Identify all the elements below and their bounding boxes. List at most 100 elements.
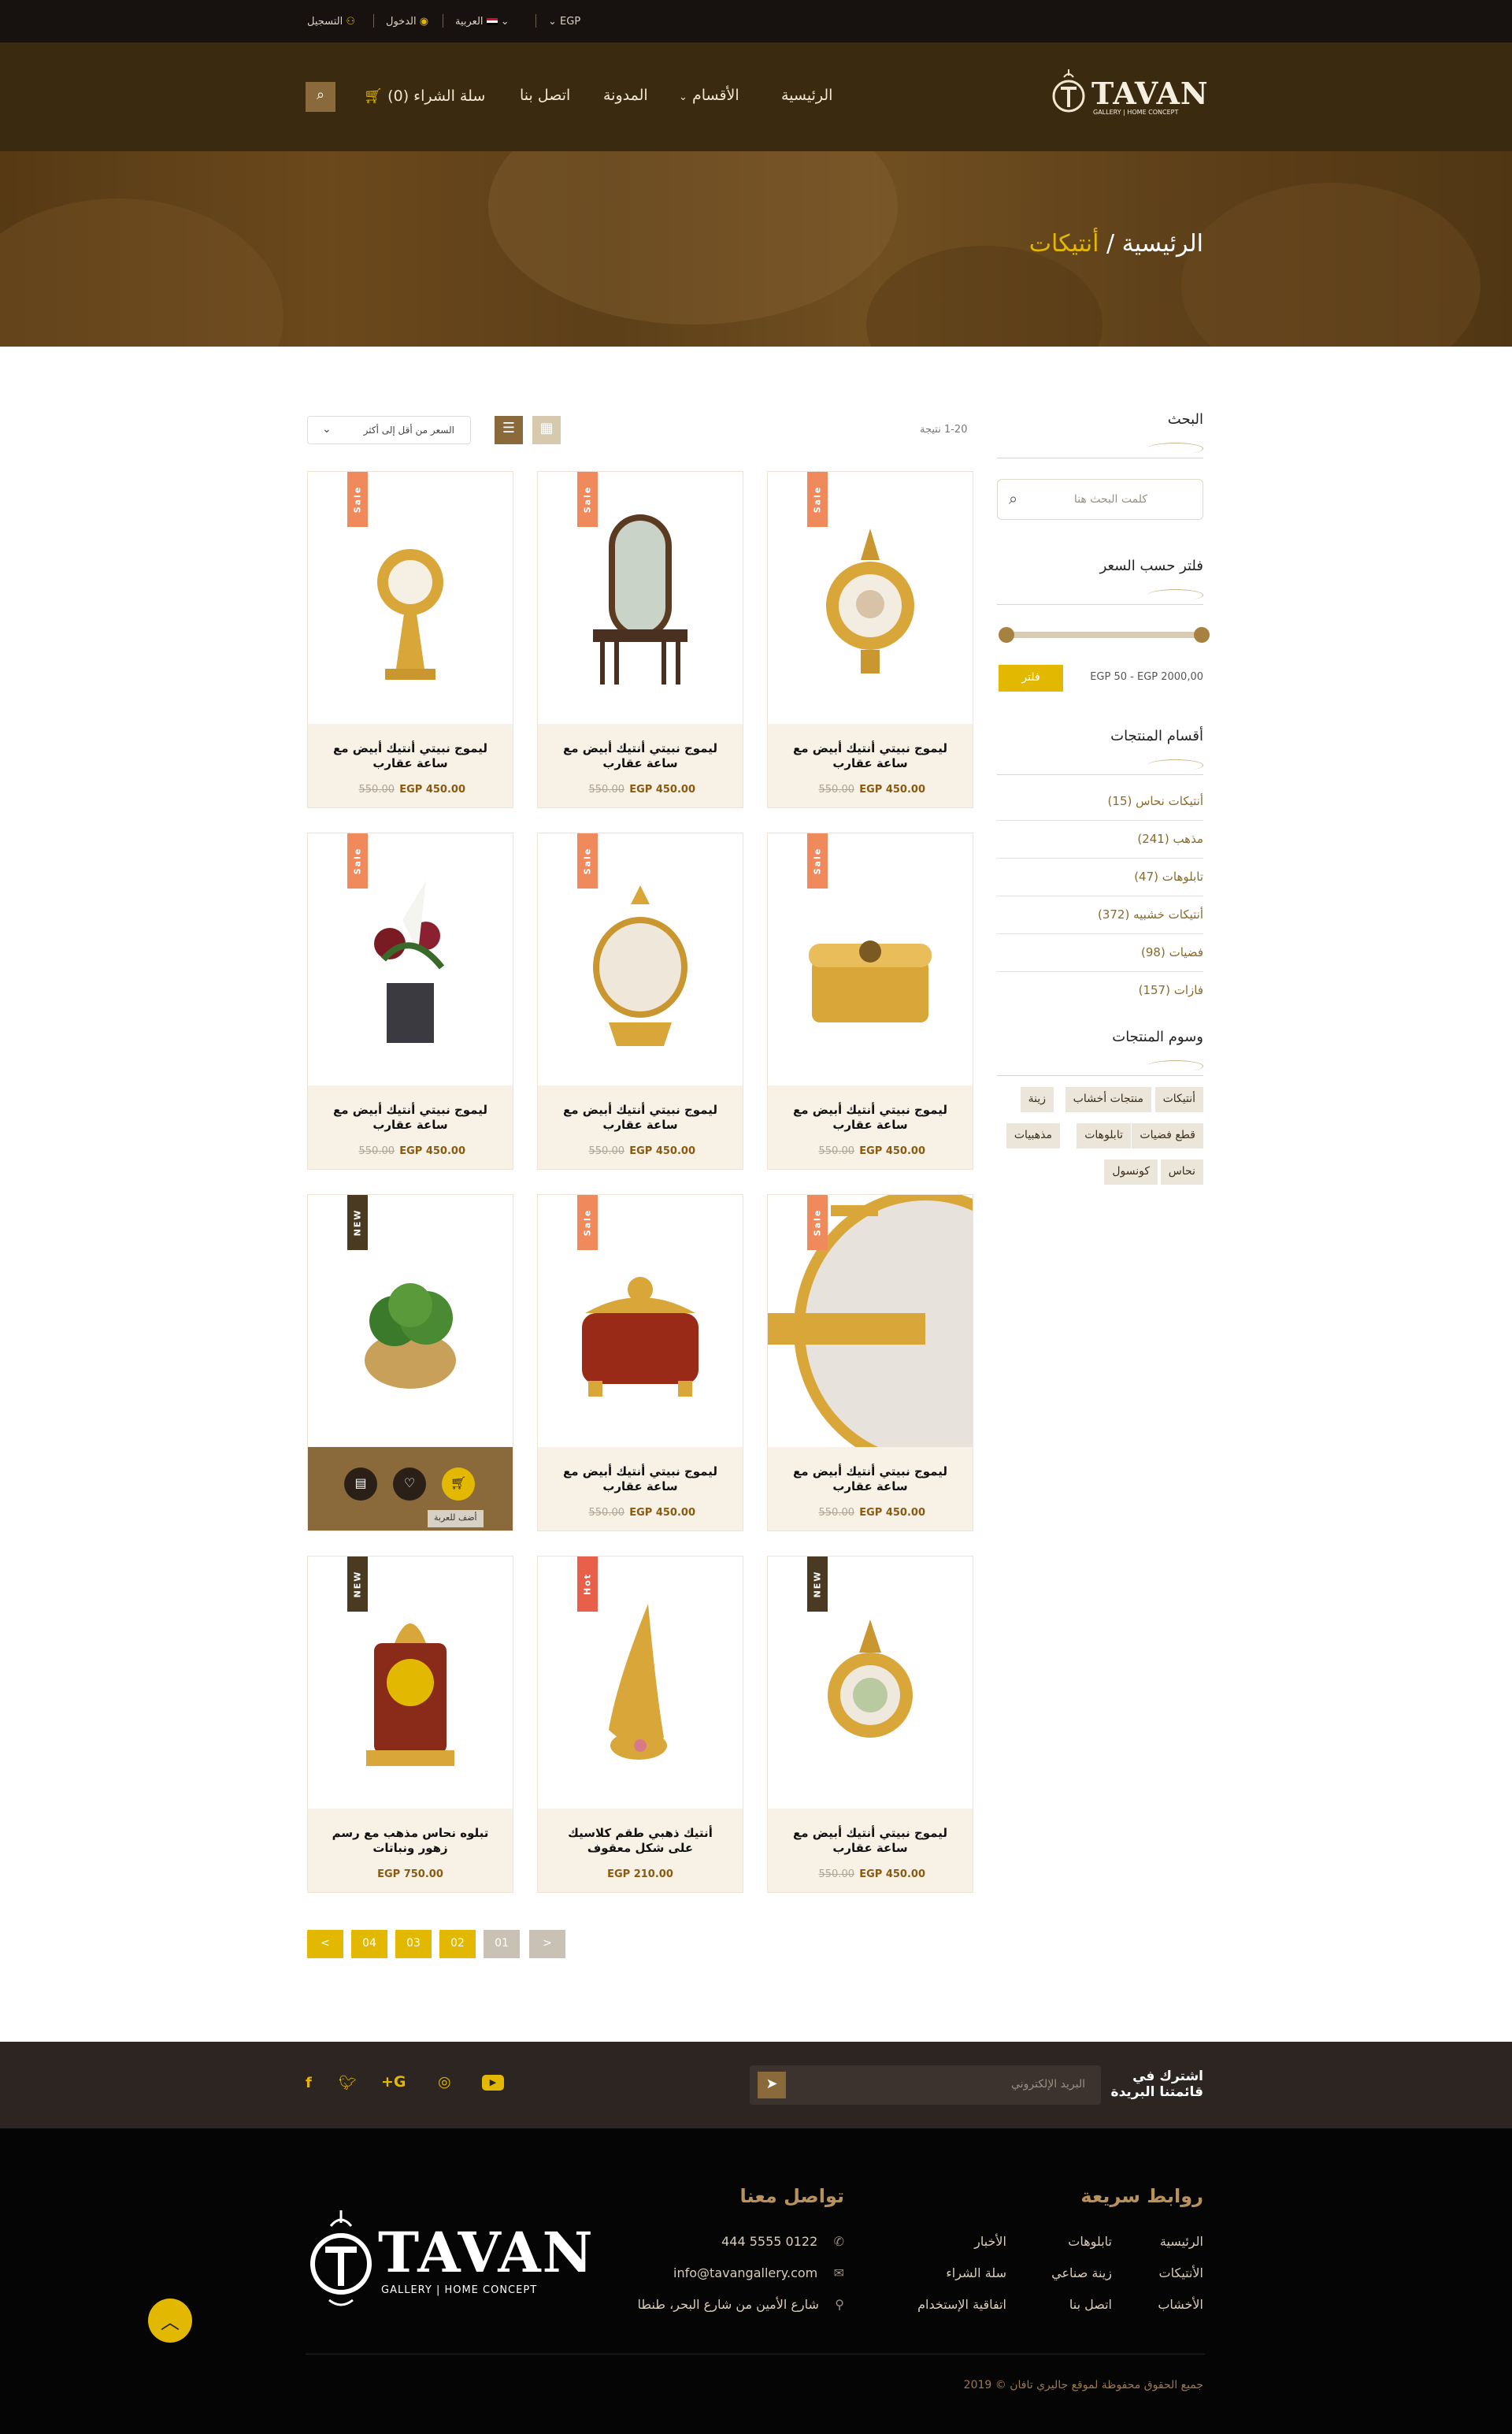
category-link[interactable]: فازات (157) xyxy=(997,972,1203,1010)
product-name[interactable]: ليموج نبيتي أنتيك أبيض مع ساعة عقارب xyxy=(554,1103,727,1133)
product-name[interactable]: ليموج نبيتي أنتيك أبيض مع ساعة عقارب xyxy=(554,1464,727,1494)
product-image[interactable] xyxy=(768,472,973,724)
pagination-prev[interactable]: < xyxy=(529,1930,565,1958)
category-link[interactable]: مذهب (241) xyxy=(997,821,1203,859)
product-name[interactable]: أنتيك ذهبي طقم كلاسيك على شكل معقوف xyxy=(554,1826,727,1856)
price-slider-handle-min[interactable] xyxy=(1194,627,1210,643)
footer-link[interactable]: اتفاقية الإستخدام xyxy=(917,2297,1006,2312)
tag-link[interactable]: مذهبيات xyxy=(1006,1123,1060,1148)
product-image[interactable] xyxy=(308,833,513,1085)
pagination-page[interactable]: 04 xyxy=(351,1930,387,1958)
add-to-cart-button[interactable]: 🛒︎ xyxy=(442,1467,475,1501)
product-image[interactable] xyxy=(538,833,743,1085)
instagram-icon[interactable]: ◎ xyxy=(438,2073,451,2091)
tag-link[interactable]: أنتيكات xyxy=(1154,1087,1203,1112)
newsletter-email-input[interactable]: البريد الإلكتروني ➤ xyxy=(750,2065,1101,2105)
pagination-page[interactable]: 02 xyxy=(439,1930,476,1958)
category-link[interactable]: فضيات (98) xyxy=(997,934,1203,972)
newsletter-submit-button[interactable]: ➤ xyxy=(758,2072,786,2098)
tag-link[interactable]: منتجات أخشاب xyxy=(1065,1087,1151,1112)
product-card[interactable]: Sale ليموج نبيتي أنتيك أبيض مع ساعة عقارب… xyxy=(767,471,973,808)
footer-logo[interactable]: TAVAN GALLERY | HOME CONCEPT xyxy=(306,2202,593,2313)
site-logo[interactable]: TAVAN GALLERY | HOME CONCEPT xyxy=(1051,65,1208,123)
product-card[interactable]: Sale ليموج نبيتي أنتيك أبيض مع ساعة عقارب… xyxy=(767,833,973,1170)
footer-link[interactable]: الأنتيكات xyxy=(1159,2265,1203,2280)
product-card[interactable]: NEW ▤ ♡ 🛒︎ أضف للعربة xyxy=(307,1194,513,1531)
product-image[interactable] xyxy=(538,1195,743,1447)
product-card[interactable]: NEW ليموج نبيتي أنتيك أبيض مع ساعة عقارب E… xyxy=(767,1556,973,1893)
category-link[interactable]: تابلوهات (47) xyxy=(997,859,1203,896)
sidebar-search-field[interactable]: كلمت البحث هنا ⌕ xyxy=(997,479,1203,520)
product-image[interactable] xyxy=(308,1195,513,1447)
currency-selector[interactable]: EGP ⌄ xyxy=(548,16,580,28)
search-button[interactable]: ⌕ xyxy=(306,82,335,112)
product-card[interactable]: Sale ليموج نبيتي أنتيك أبيض مع ساعة عقارب… xyxy=(537,833,743,1170)
grid-view-button[interactable]: ▦ xyxy=(532,416,561,444)
price-slider-handle-max[interactable] xyxy=(999,627,1014,643)
nav-categories[interactable]: الأقسام ⌄ xyxy=(679,87,739,104)
product-card[interactable]: Sale ليموج نبيتي أنتيك أبيض مع ساعة عقارب… xyxy=(537,471,743,808)
nav-blog[interactable]: المدونة xyxy=(603,87,648,104)
product-name[interactable]: تبلوه نحاس مذهب مع رسم زهور ونباتات xyxy=(324,1826,497,1856)
scroll-to-top-button[interactable]: ︿ xyxy=(148,2299,192,2343)
pagination-page[interactable]: 03 xyxy=(395,1930,432,1958)
breadcrumb-home[interactable]: الرئيسية / xyxy=(1106,230,1203,258)
product-card[interactable]: Sale ليموج نبيتي أنتيك أبيض مع ساعة عقارب… xyxy=(767,1189,1057,1531)
footer-link[interactable]: الأخبار xyxy=(974,2234,1006,2249)
product-name[interactable]: ليموج نبيتي أنتيك أبيض مع ساعة عقارب xyxy=(784,1826,957,1856)
tag-link[interactable]: كونسول xyxy=(1104,1159,1158,1185)
product-name[interactable]: ليموج نبيتي أنتيك أبيض مع ساعة عقارب xyxy=(784,741,957,771)
tag-link[interactable]: زينة xyxy=(1020,1087,1054,1112)
product-image[interactable] xyxy=(308,472,513,724)
pagination-page[interactable]: 01 xyxy=(484,1930,520,1958)
footer-link[interactable]: سلة الشراء xyxy=(946,2265,1006,2280)
product-card[interactable]: NEW تبلوه نحاس مذهب مع رسم زهور ونباتات EG… xyxy=(307,1556,513,1893)
product-card[interactable]: Sale ليموج نبيتي أنتيك أبيض مع ساعة عقارب… xyxy=(307,833,513,1170)
category-link[interactable]: أنتيكات خشبيه (372) xyxy=(997,896,1203,934)
footer-link[interactable]: زينة صناعي xyxy=(1051,2265,1112,2280)
footer-link[interactable]: الرئيسية xyxy=(1160,2234,1203,2249)
wishlist-button[interactable]: ♡ xyxy=(393,1467,426,1501)
product-image[interactable] xyxy=(308,1556,513,1809)
facebook-icon[interactable]: f xyxy=(306,2075,312,2091)
footer-email[interactable]: ✉ info@tavangallery.com xyxy=(673,2265,844,2280)
product-name[interactable]: ليموج نبيتي أنتيك أبيض مع ساعة عقارب xyxy=(784,1464,957,1494)
nav-contact[interactable]: اتصل بنا xyxy=(520,87,570,104)
twitter-icon[interactable]: 🐦︎ xyxy=(339,2075,357,2091)
product-image[interactable] xyxy=(538,472,743,724)
footer-phone[interactable]: ✆ 0122 5555 444 xyxy=(721,2234,844,2249)
footer-link[interactable]: الأخشاب xyxy=(1158,2297,1203,2312)
product-name[interactable]: ليموج نبيتي أنتيك أبيض مع ساعة عقارب xyxy=(784,1103,957,1133)
category-link[interactable]: أنتيكات نحاس (15) xyxy=(997,783,1203,821)
product-image[interactable] xyxy=(768,833,973,1085)
footer-link[interactable]: تابلوهات xyxy=(1068,2234,1112,2249)
nav-cart[interactable]: سلة الشراء (0) 🛒︎ xyxy=(364,87,485,105)
tag-link[interactable]: قطع فضيات xyxy=(1132,1123,1203,1148)
product-image[interactable] xyxy=(538,1556,743,1809)
language-selector[interactable]: ⌄ العربية xyxy=(455,16,510,28)
nav-home[interactable]: الرئيسية xyxy=(781,87,832,104)
product-image[interactable] xyxy=(768,1556,973,1809)
register-link[interactable]: ⚇ التسجيل xyxy=(307,16,355,28)
product-card[interactable]: Sale ليموج نبيتي أنتيك أبيض مع ساعة عقارب… xyxy=(537,1194,743,1531)
quick-view-button[interactable]: ▤ xyxy=(344,1467,377,1501)
product-name[interactable]: ليموج نبيتي أنتيك أبيض مع ساعة عقارب xyxy=(554,741,727,771)
list-view-button[interactable]: ☰ xyxy=(495,416,523,444)
product-card[interactable]: Sale ليموج نبيتي أنتيك أبيض مع ساعة عقارب… xyxy=(307,471,513,808)
filter-button[interactable]: فلتر xyxy=(999,665,1063,692)
product-image[interactable] xyxy=(768,1189,1057,1468)
tag-link[interactable]: نحاس xyxy=(1160,1159,1203,1185)
product-card[interactable]: Hot أنتيك ذهبي طقم كلاسيك على شكل معقوف EG… xyxy=(537,1556,743,1893)
price-slider-track[interactable] xyxy=(1003,632,1199,638)
search-icon[interactable]: ⌕ xyxy=(1009,489,1017,508)
product-name[interactable]: ليموج نبيتي أنتيك أبيض مع ساعة عقارب xyxy=(324,741,497,771)
tag-link[interactable]: تابلوهات xyxy=(1077,1123,1131,1148)
sort-select[interactable]: السعر من أقل إلى أكثر ⌄ xyxy=(307,416,471,444)
footer-link[interactable]: اتصل بنا xyxy=(1069,2297,1112,2312)
youtube-icon[interactable]: ▶ xyxy=(482,2075,504,2091)
login-link[interactable]: ◉ الدخول xyxy=(386,16,428,28)
pagination-next[interactable]: > xyxy=(307,1930,343,1958)
google-plus-icon[interactable]: G+ xyxy=(381,2073,406,2091)
product-name[interactable]: ليموج نبيتي أنتيك أبيض مع ساعة عقارب xyxy=(324,1103,497,1133)
product-hover-actions: ▤ ♡ 🛒︎ أضف للعربة xyxy=(308,1447,513,1531)
